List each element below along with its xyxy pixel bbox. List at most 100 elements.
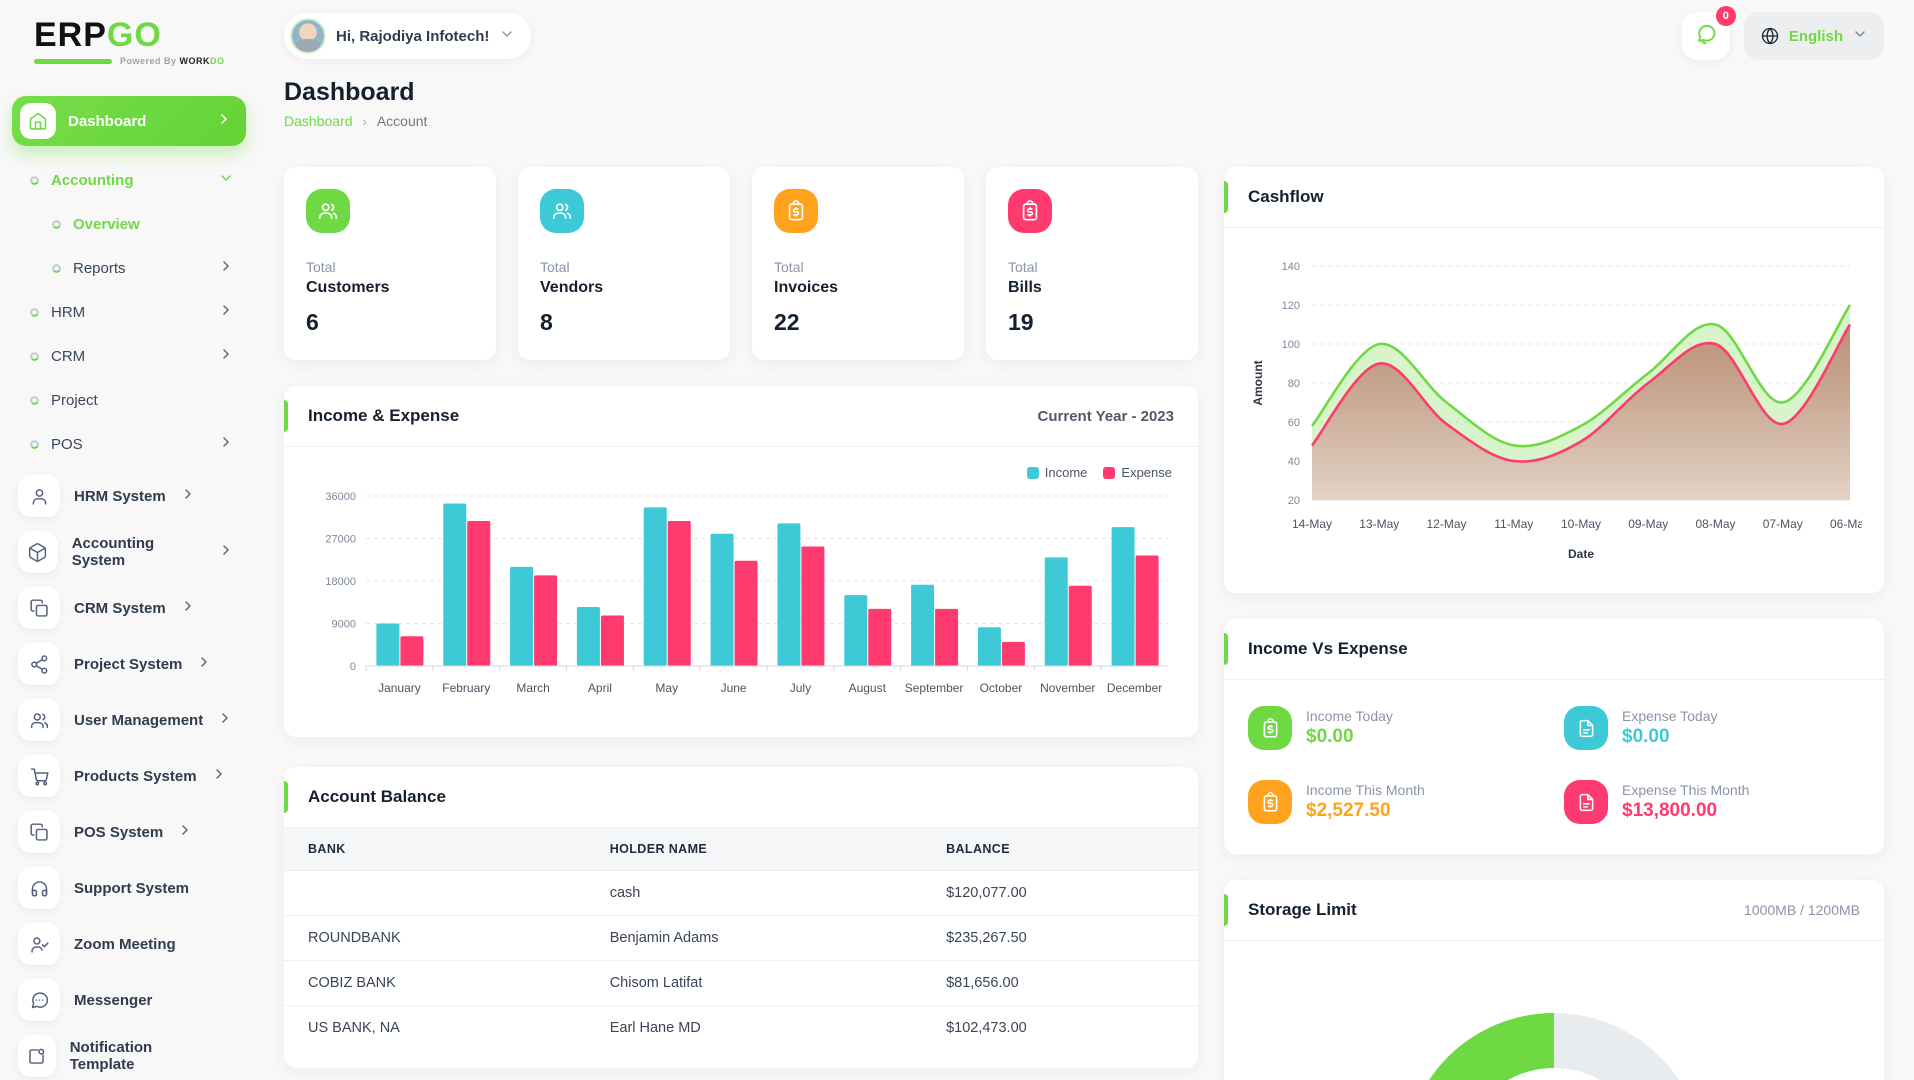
sidebar-menu: Dashboard Accounting Overview Reports HRM CRM… — [12, 96, 246, 1080]
copy-icon — [18, 811, 60, 853]
svg-text:09-May: 09-May — [1628, 517, 1668, 531]
stat-value: 6 — [306, 309, 319, 335]
sidebar-item-accounting[interactable]: Accounting — [12, 160, 246, 200]
income-vs-expense-grid: Income Today $0.00 Expense Today $0.00 Incom… — [1224, 680, 1884, 854]
sidebar-item-project-system[interactable]: Project System — [12, 636, 246, 692]
clipboard-dollar-icon — [1248, 706, 1292, 750]
sidebar-item-crm-system[interactable]: CRM System — [12, 580, 246, 636]
app-logo: ERPGO Powered By WORKDO — [12, 10, 246, 88]
ive-item: Expense This Month $13,800.00 — [1564, 780, 1860, 824]
table-cell: Benjamin Adams — [585, 915, 923, 961]
chart-legend: Income Expense — [306, 459, 1176, 482]
home-icon — [20, 103, 56, 139]
chat-icon — [1694, 22, 1718, 51]
user-greeting: Hi, Rajodiya Infotech! — [336, 27, 490, 45]
bullet-icon — [52, 219, 61, 229]
sidebar-item-support-system[interactable]: Support System — [12, 860, 246, 916]
storage-limit-title: Storage Limit — [1248, 900, 1357, 919]
sidebar-item-zoom-meeting[interactable]: Zoom Meeting — [12, 916, 246, 972]
ive-label: Expense Today — [1622, 708, 1718, 724]
svg-text:10-May: 10-May — [1561, 517, 1601, 531]
income-expense-card: Income & Expense Current Year - 2023 Inc… — [284, 386, 1198, 737]
sidebar-item-hrm-system[interactable]: HRM System — [12, 468, 246, 524]
cube-icon — [18, 531, 58, 573]
svg-text:October: October — [980, 681, 1023, 695]
bullet-icon — [30, 395, 39, 405]
sidebar-item-products-system[interactable]: Products System — [12, 748, 246, 804]
user-avatar — [290, 18, 326, 54]
app-root: ERPGO Powered By WORKDO Dashboard Account… — [0, 0, 1914, 1080]
stat-prefix: Total — [1008, 259, 1038, 275]
chevron-right-icon — [218, 434, 234, 454]
svg-text:13-May: 13-May — [1359, 517, 1399, 531]
ive-value: $2,527.50 — [1306, 800, 1391, 821]
sidebar-item-hrm[interactable]: HRM — [12, 292, 246, 332]
income-expense-title: Income & Expense — [308, 406, 460, 425]
sidebar-item-pos-system[interactable]: POS System — [12, 804, 246, 860]
stat-card-vendors: Total Vendors 8 — [518, 167, 730, 360]
file-icon — [1564, 706, 1608, 750]
sidebar-item-crm[interactable]: CRM — [12, 336, 246, 376]
account-balance-table: BANK HOLDER NAME BALANCE cash $120,077.00 RO… — [284, 828, 1198, 1050]
sidebar-item-messenger[interactable]: Messenger — [12, 972, 246, 1028]
svg-text:20: 20 — [1288, 495, 1300, 507]
stat-card-bills: Total Bills 19 — [986, 167, 1198, 360]
svg-text:August: August — [849, 681, 887, 695]
sidebar-item-user-management[interactable]: User Management — [12, 692, 246, 748]
sidebar-item-notification-template[interactable]: Notification Template — [12, 1028, 246, 1080]
powered-by-text: Powered By WORKDO — [120, 56, 225, 66]
clipboard-dollar-icon — [774, 189, 818, 233]
stat-prefix: Total — [540, 259, 570, 275]
topbar: Hi, Rajodiya Infotech! 0 English — [284, 6, 1884, 60]
right-column: Cashflow 20 40 60 80 100 120 140 14-May 13-May 12… — [1224, 167, 1884, 1080]
copy-icon — [18, 587, 60, 629]
cashflow-title: Cashflow — [1248, 187, 1324, 206]
sidebar-item-dashboard[interactable]: Dashboard — [12, 96, 246, 146]
storage-limit-card: Storage Limit 1000MB / 1200MB 50% — [1224, 880, 1884, 1080]
svg-text:9000: 9000 — [332, 619, 356, 631]
stat-prefix: Total — [306, 259, 336, 275]
account-balance-card: Account Balance BANK HOLDER NAME BALANCE c… — [284, 767, 1198, 1068]
bullet-icon — [52, 263, 61, 273]
legend-income[interactable]: Income — [1026, 465, 1087, 480]
svg-text:November: November — [1040, 681, 1095, 695]
account-balance-title: Account Balance — [308, 787, 446, 806]
user-menu-button[interactable]: Hi, Rajodiya Infotech! — [284, 13, 532, 59]
legend-expense[interactable]: Expense — [1103, 465, 1172, 480]
chevron-right-icon — [218, 302, 234, 322]
svg-text:July: July — [790, 681, 811, 695]
bullet-icon — [30, 351, 39, 361]
table-cell: $120,077.00 — [922, 870, 1198, 916]
left-column: Total Customers 6 Total Vendors 8 Total Invoice… — [284, 167, 1198, 1080]
ive-label: Income This Month — [1306, 782, 1425, 798]
stat-value: 22 — [774, 309, 800, 335]
stat-card-customers: Total Customers 6 — [284, 167, 496, 360]
storage-usage-text: 1000MB / 1200MB — [1744, 902, 1860, 918]
svg-text:Date: Date — [1568, 547, 1594, 561]
bullet-icon — [30, 307, 39, 317]
bullet-icon — [30, 175, 39, 185]
table-cell: Chisom Latifat — [585, 960, 923, 1006]
storage-donut-wrap: 50% — [1224, 941, 1884, 1080]
users-icon — [540, 189, 584, 233]
sidebar-item-project[interactable]: Project — [12, 380, 246, 420]
chevron-right-icon — [177, 822, 193, 842]
sidebar-item-overview[interactable]: Overview — [12, 204, 246, 244]
table-cell: US BANK, NA — [284, 1005, 586, 1050]
svg-text:0: 0 — [350, 661, 356, 673]
file-icon — [1564, 780, 1608, 824]
notifications-button[interactable]: 0 — [1681, 6, 1736, 60]
svg-text:07-May: 07-May — [1763, 517, 1803, 531]
svg-text:Amount: Amount — [1251, 360, 1265, 405]
sidebar-item-pos[interactable]: POS — [12, 424, 246, 464]
table-cell: COBIZ BANK — [284, 960, 586, 1006]
share-icon — [18, 643, 60, 685]
sidebar-item-reports[interactable]: Reports — [12, 248, 246, 288]
breadcrumb-dashboard-link[interactable]: Dashboard — [284, 113, 353, 129]
chevron-right-icon — [218, 258, 234, 278]
income-expense-period: Current Year - 2023 — [1037, 407, 1174, 425]
svg-text:27000: 27000 — [325, 534, 356, 546]
sidebar-item-accounting-system[interactable]: Accounting System — [12, 524, 246, 580]
language-selector[interactable]: English — [1743, 12, 1884, 60]
table-cell: Earl Hane MD — [585, 1005, 923, 1050]
